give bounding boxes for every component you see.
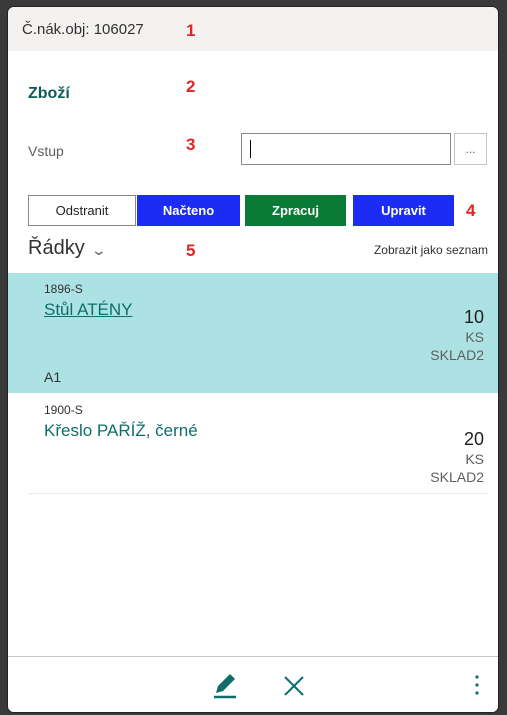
marker-4: 4: [466, 201, 476, 220]
list-item[interactable]: 1896-S Stůl ATÉNY 10 KS SKLAD2 A1: [8, 273, 498, 393]
input-label: Vstup: [28, 143, 64, 159]
process-button[interactable]: Zpracuj: [245, 195, 346, 226]
page-title: Č.nák.obj: 106027: [22, 20, 144, 38]
item-bin: A1: [44, 369, 62, 385]
more-icon[interactable]: [474, 673, 480, 702]
item-name-link[interactable]: Křeslo PAŘÍŽ, černé: [44, 421, 198, 441]
item-quantity: 20: [463, 429, 484, 449]
close-icon[interactable]: [282, 674, 306, 703]
section-title: Zboží: [28, 85, 70, 102]
item-unit: KS: [465, 329, 484, 345]
item-location: SKLAD2: [430, 469, 484, 485]
title-bar: Č.nák.obj: 106027: [8, 7, 498, 51]
item-unit: KS: [465, 451, 484, 467]
item-quantity: 10: [463, 307, 484, 327]
remove-button[interactable]: Odstranit: [28, 195, 136, 226]
item-code: 1896-S: [44, 282, 83, 296]
edit-button[interactable]: Upravit: [353, 195, 454, 226]
view-as-list-link[interactable]: Zobrazit jako seznam: [374, 243, 488, 257]
app-window: Č.nák.obj: 106027 1 Zboží 2 Vstup 3 ... …: [8, 7, 498, 712]
text-caret: [250, 140, 251, 158]
lines-header[interactable]: Řádky ⌄: [28, 237, 107, 260]
lines-title: Řádky: [28, 237, 85, 259]
marker-3: 3: [186, 135, 196, 154]
footer-toolbar: [8, 656, 498, 712]
lookup-button[interactable]: ...: [454, 133, 487, 165]
item-location: SKLAD2: [430, 347, 484, 363]
marker-5: 5: [186, 241, 196, 260]
loaded-button[interactable]: Načteno: [137, 195, 240, 226]
item-name-link[interactable]: Stůl ATÉNY: [44, 300, 133, 320]
marker-2: 2: [186, 77, 196, 96]
edit-icon[interactable]: [210, 671, 240, 704]
chevron-down-icon: ⌄: [90, 242, 107, 258]
input-field[interactable]: [241, 133, 451, 165]
marker-1: 1: [186, 21, 196, 40]
list-item[interactable]: 1900-S Křeslo PAŘÍŽ, černé 20 KS SKLAD2: [28, 394, 488, 494]
item-code: 1900-S: [44, 403, 83, 417]
